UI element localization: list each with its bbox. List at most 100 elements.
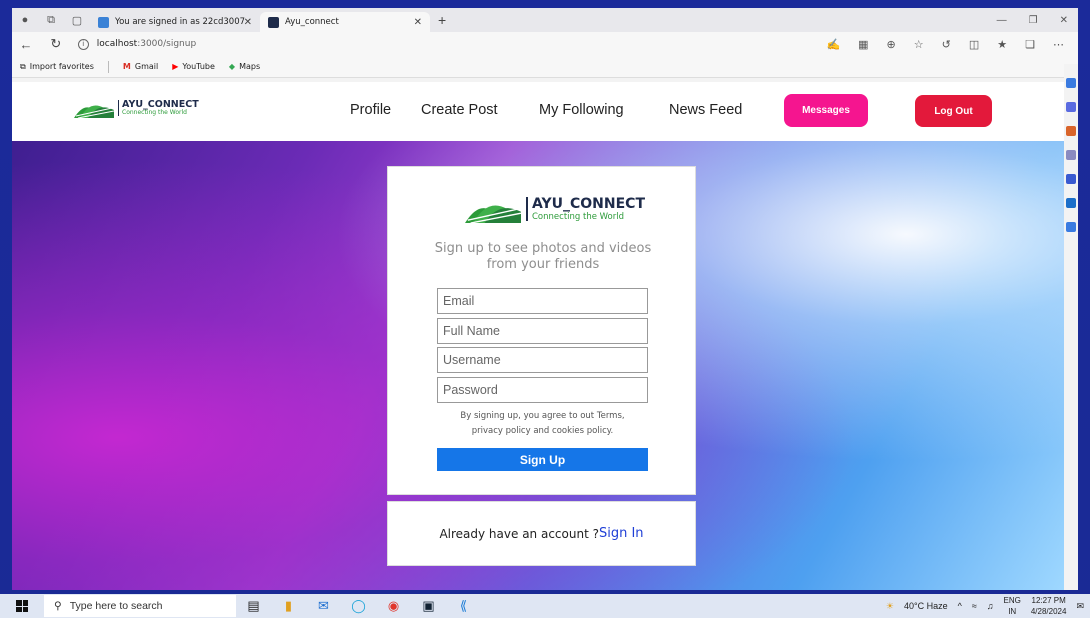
office-icon[interactable]	[1066, 174, 1076, 184]
refresh-extension-icon[interactable]: ↺	[942, 38, 951, 51]
weather-text[interactable]: 40°C Haze	[904, 601, 948, 611]
full-name-field[interactable]	[437, 318, 648, 344]
read-aloud-icon[interactable]: ✍	[826, 38, 840, 51]
brand-title: AYU_CONNECT	[122, 98, 199, 110]
shopping-icon[interactable]	[1066, 126, 1076, 136]
favorite-label: Gmail	[134, 62, 159, 71]
weather-icon: ☀	[885, 600, 894, 611]
url-host: localhost	[96, 39, 138, 49]
tab-actions-icon[interactable]: ▢	[64, 8, 90, 32]
tag-icon[interactable]	[1066, 102, 1076, 112]
favorite-label: Import favorites	[29, 62, 94, 71]
brand-subtitle: Connecting the World	[122, 109, 187, 117]
system-tray: ☀ 40°C Haze ^ ≈ ♫ ENG IN 12:27 PM 4/28/2…	[886, 595, 1090, 617]
clock-time: 12:27 PM	[1031, 596, 1066, 605]
gmail-icon: M	[122, 62, 131, 71]
address-bar: ← ↻ i localhost:3000/signup ✍ ▦ ⊕ ☆ ↺ ◫ …	[12, 32, 1078, 56]
language-indicator[interactable]: ENG IN	[1004, 595, 1021, 617]
youtube-icon: ▶	[172, 62, 179, 71]
lang-bottom: IN	[1008, 607, 1017, 616]
collections-icon[interactable]: ❏	[1025, 38, 1035, 51]
favorite-youtube[interactable]: ▶ YouTube	[172, 62, 215, 71]
profile-icon[interactable]: ●	[12, 8, 38, 32]
restore-icon[interactable]: ❐	[1029, 15, 1038, 26]
tab-ayu-connect[interactable]: Ayu_connect ✕	[260, 12, 430, 32]
back-icon[interactable]: ←	[18, 37, 34, 52]
edge-sidebar	[1064, 64, 1078, 590]
chevron-up-icon[interactable]: ^	[958, 601, 962, 611]
taskbar-search[interactable]: ⚲ Type here to search	[44, 595, 236, 617]
workspaces-icon[interactable]: ⧉	[38, 8, 64, 32]
favorite-label: Maps	[239, 62, 261, 71]
url-field[interactable]: i localhost:3000/signup	[77, 34, 813, 54]
close-icon[interactable]: ✕	[414, 17, 422, 28]
task-view-icon[interactable]: ▤	[236, 598, 271, 614]
favorite-gmail[interactable]: M Gmail	[123, 62, 158, 71]
favorites-icon[interactable]: ★	[997, 38, 1007, 51]
nav-my-following[interactable]: My Following	[539, 102, 624, 118]
vscode-icon[interactable]: ⟪	[446, 598, 481, 614]
drop-icon[interactable]	[1066, 222, 1076, 232]
start-button[interactable]	[0, 600, 44, 612]
divider	[107, 60, 109, 73]
favorites-bar: ⧉ Import favorites M Gmail ▶ YouTube ◆ M…	[12, 56, 1078, 78]
info-icon[interactable]: i	[77, 38, 89, 50]
site-favicon-icon	[98, 16, 109, 28]
card-brand-subtitle: Connecting the World	[532, 211, 625, 222]
outlook-icon[interactable]	[1066, 198, 1076, 208]
more-icon[interactable]: ⋯	[1053, 38, 1064, 51]
file-explorer-icon[interactable]: ▮	[271, 598, 306, 614]
new-tab-icon[interactable]: +	[438, 12, 446, 28]
email-field[interactable]	[437, 288, 648, 314]
search-icon: ⚲	[54, 600, 62, 612]
nav-create-post[interactable]: Create Post	[421, 102, 498, 118]
edge-icon[interactable]: ◯	[341, 598, 376, 614]
fields-logo-icon	[74, 105, 114, 118]
signup-button[interactable]: Sign Up	[437, 448, 648, 471]
signup-tagline: Sign up to see photos and videos from yo…	[434, 241, 652, 272]
url-path: :3000/signup	[137, 39, 197, 49]
copilot-icon[interactable]	[1066, 78, 1076, 88]
chrome-icon[interactable]: ◉	[376, 598, 411, 614]
refresh-icon[interactable]: ↻	[48, 36, 64, 52]
password-field[interactable]	[437, 377, 648, 403]
zoom-icon[interactable]: ⊕	[887, 38, 896, 51]
close-icon[interactable]: ✕	[244, 17, 252, 28]
mail-icon[interactable]: ✉	[306, 598, 341, 614]
network-icon[interactable]: ≈	[972, 601, 977, 611]
username-field[interactable]	[437, 347, 648, 373]
nav-profile[interactable]: Profile	[350, 102, 391, 118]
clock-date: 4/28/2024	[1030, 607, 1067, 616]
minimize-icon[interactable]: —	[997, 15, 1007, 26]
signin-link[interactable]: Sign In	[599, 526, 644, 541]
terms-text: By signing up, you agree to out Terms, p…	[437, 409, 648, 439]
split-screen-icon[interactable]: ◫	[969, 38, 979, 51]
messages-button[interactable]: Messages	[784, 94, 868, 127]
close-window-icon[interactable]: ✕	[1060, 15, 1068, 26]
apps-icon[interactable]: ▦	[858, 38, 868, 51]
react-favicon-icon	[268, 16, 279, 28]
signin-card: Already have an account ? Sign In	[387, 501, 696, 566]
maps-icon: ◆	[228, 62, 236, 71]
lang-top: ENG	[1003, 596, 1021, 605]
clock[interactable]: 12:27 PM 4/28/2024	[1031, 595, 1067, 617]
windows-taskbar: ⚲ Type here to search ▤ ▮ ✉ ◯ ◉ ▣ ⟪ ☀ 40…	[0, 594, 1090, 618]
logout-button[interactable]: Log Out	[915, 95, 992, 127]
search-placeholder: Type here to search	[69, 600, 163, 612]
notification-icon[interactable]: ✉	[1076, 601, 1084, 612]
favorite-import[interactable]: ⧉ Import favorites	[20, 62, 94, 72]
favorite-maps[interactable]: ◆ Maps	[229, 62, 260, 71]
favorite-star-icon[interactable]: ☆	[914, 38, 924, 51]
brand-logo[interactable]: AYU_CONNECT Connecting the World	[74, 98, 199, 118]
tab-label: You are signed in as 22cd3007	[115, 17, 246, 27]
terms-line-2: privacy policy and cookies policy.	[471, 426, 614, 436]
app-icon[interactable]: ▣	[411, 598, 446, 614]
nav-news-feed[interactable]: News Feed	[669, 102, 742, 118]
card-logo: AYU_CONNECT Connecting the World	[464, 195, 645, 223]
people-icon[interactable]	[1066, 150, 1076, 160]
tab-signed-in[interactable]: You are signed in as 22cd3007 ✕	[90, 12, 260, 32]
tab-label: Ayu_connect	[285, 17, 339, 27]
card-brand-title: AYU_CONNECT	[532, 195, 645, 212]
volume-icon[interactable]: ♫	[987, 601, 994, 611]
terms-line-1: By signing up, you agree to out Terms,	[460, 411, 625, 421]
